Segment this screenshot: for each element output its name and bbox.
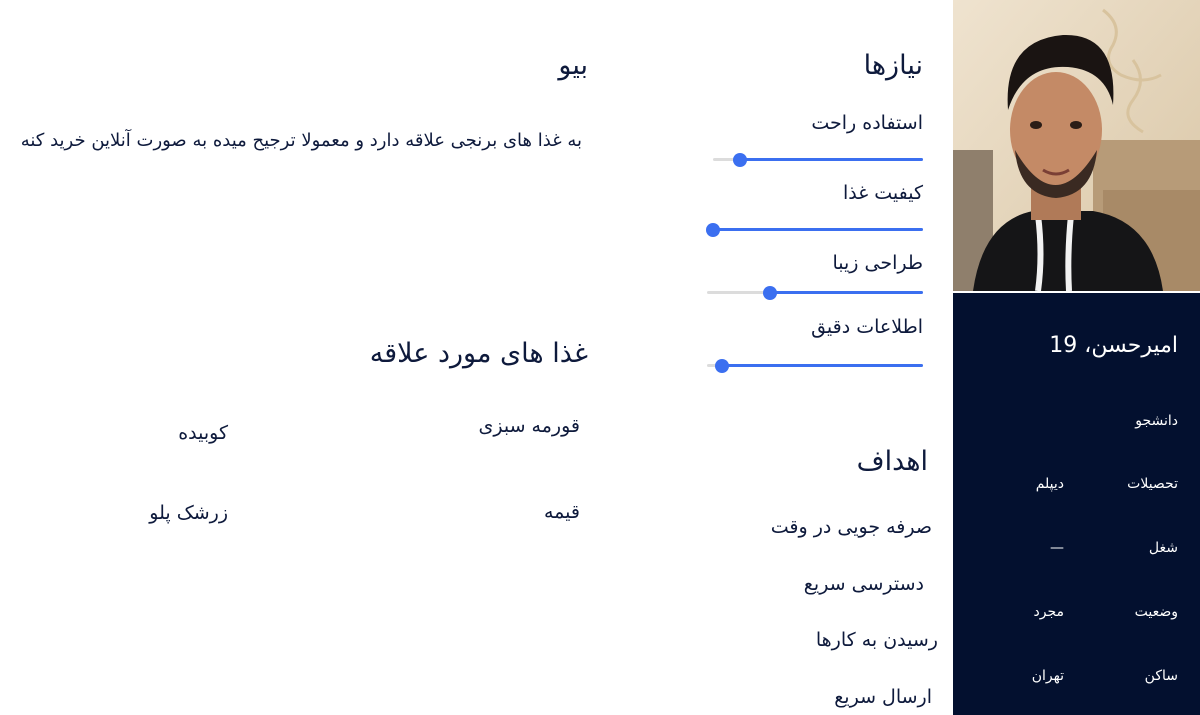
info-label: تحصیلات — [1127, 476, 1178, 492]
profile-photo — [953, 0, 1200, 291]
info-row-job: شغل — — [953, 540, 1200, 564]
slider-fill — [722, 364, 923, 367]
info-value: تهران — [1031, 668, 1064, 684]
info-value: مجرد — [1033, 604, 1065, 620]
profile-role: دانشجو — [1135, 413, 1178, 429]
slider-fill — [713, 228, 923, 231]
slider-thumb[interactable] — [715, 359, 730, 373]
info-value: — — [1050, 540, 1064, 556]
info-row-education: تحصیلات دیپلم — [953, 476, 1200, 500]
need-label: کیفیت غذا — [842, 182, 923, 204]
info-value: دیپلم — [1035, 476, 1064, 492]
favorites-title: غذا های مورد علاقه — [369, 338, 588, 369]
favorite-food-item: قیمه — [544, 501, 580, 523]
needs-title: نیازها — [863, 50, 923, 81]
need-label: اطلاعات دقیق — [811, 316, 923, 338]
persona-page: امیرحسن، 19 دانشجو تحصیلات دیپلم شغل — و… — [0, 0, 1200, 715]
favorite-food-item: قورمه سبزی — [478, 415, 581, 437]
slider-thumb[interactable] — [706, 223, 720, 237]
goal-item: صرفه جویی در وقت — [770, 516, 932, 538]
need-slider-food-quality[interactable] — [706, 222, 923, 238]
need-label: طراحی زیبا — [832, 252, 924, 274]
goal-item: دسترسی سریع — [803, 573, 924, 595]
goal-item: ارسال سریع — [834, 686, 932, 708]
need-slider-accurate-info[interactable] — [707, 358, 923, 374]
info-row-status: وضعیت مجرد — [953, 604, 1200, 628]
need-label: استفاده راحت — [811, 112, 923, 134]
info-label: ساکن — [1144, 668, 1178, 684]
profile-card: امیرحسن، 19 دانشجو تحصیلات دیپلم شغل — و… — [953, 293, 1200, 715]
favorite-food-item: کوبیده — [178, 422, 228, 444]
favorite-food-item: زرشک پلو — [149, 502, 228, 524]
need-slider-beautiful-design[interactable] — [707, 285, 923, 301]
info-label: شغل — [1148, 540, 1178, 556]
slider-thumb[interactable] — [762, 286, 777, 300]
info-label: وضعیت — [1134, 604, 1178, 620]
goal-item: رسیدن به کارها — [815, 629, 938, 651]
bio-text: به غذا های برنجی علاقه دارد و معمولا ترج… — [20, 130, 582, 151]
profile-name: امیرحسن، 19 — [1049, 333, 1178, 358]
slider-fill — [769, 291, 923, 294]
goals-title: اهداف — [856, 446, 928, 477]
info-row-residence: ساکن تهران — [953, 668, 1200, 692]
slider-thumb[interactable] — [733, 153, 748, 167]
slider-fill — [740, 158, 923, 161]
need-slider-ease-of-use[interactable] — [713, 152, 923, 168]
bio-title: بیو — [558, 50, 588, 81]
